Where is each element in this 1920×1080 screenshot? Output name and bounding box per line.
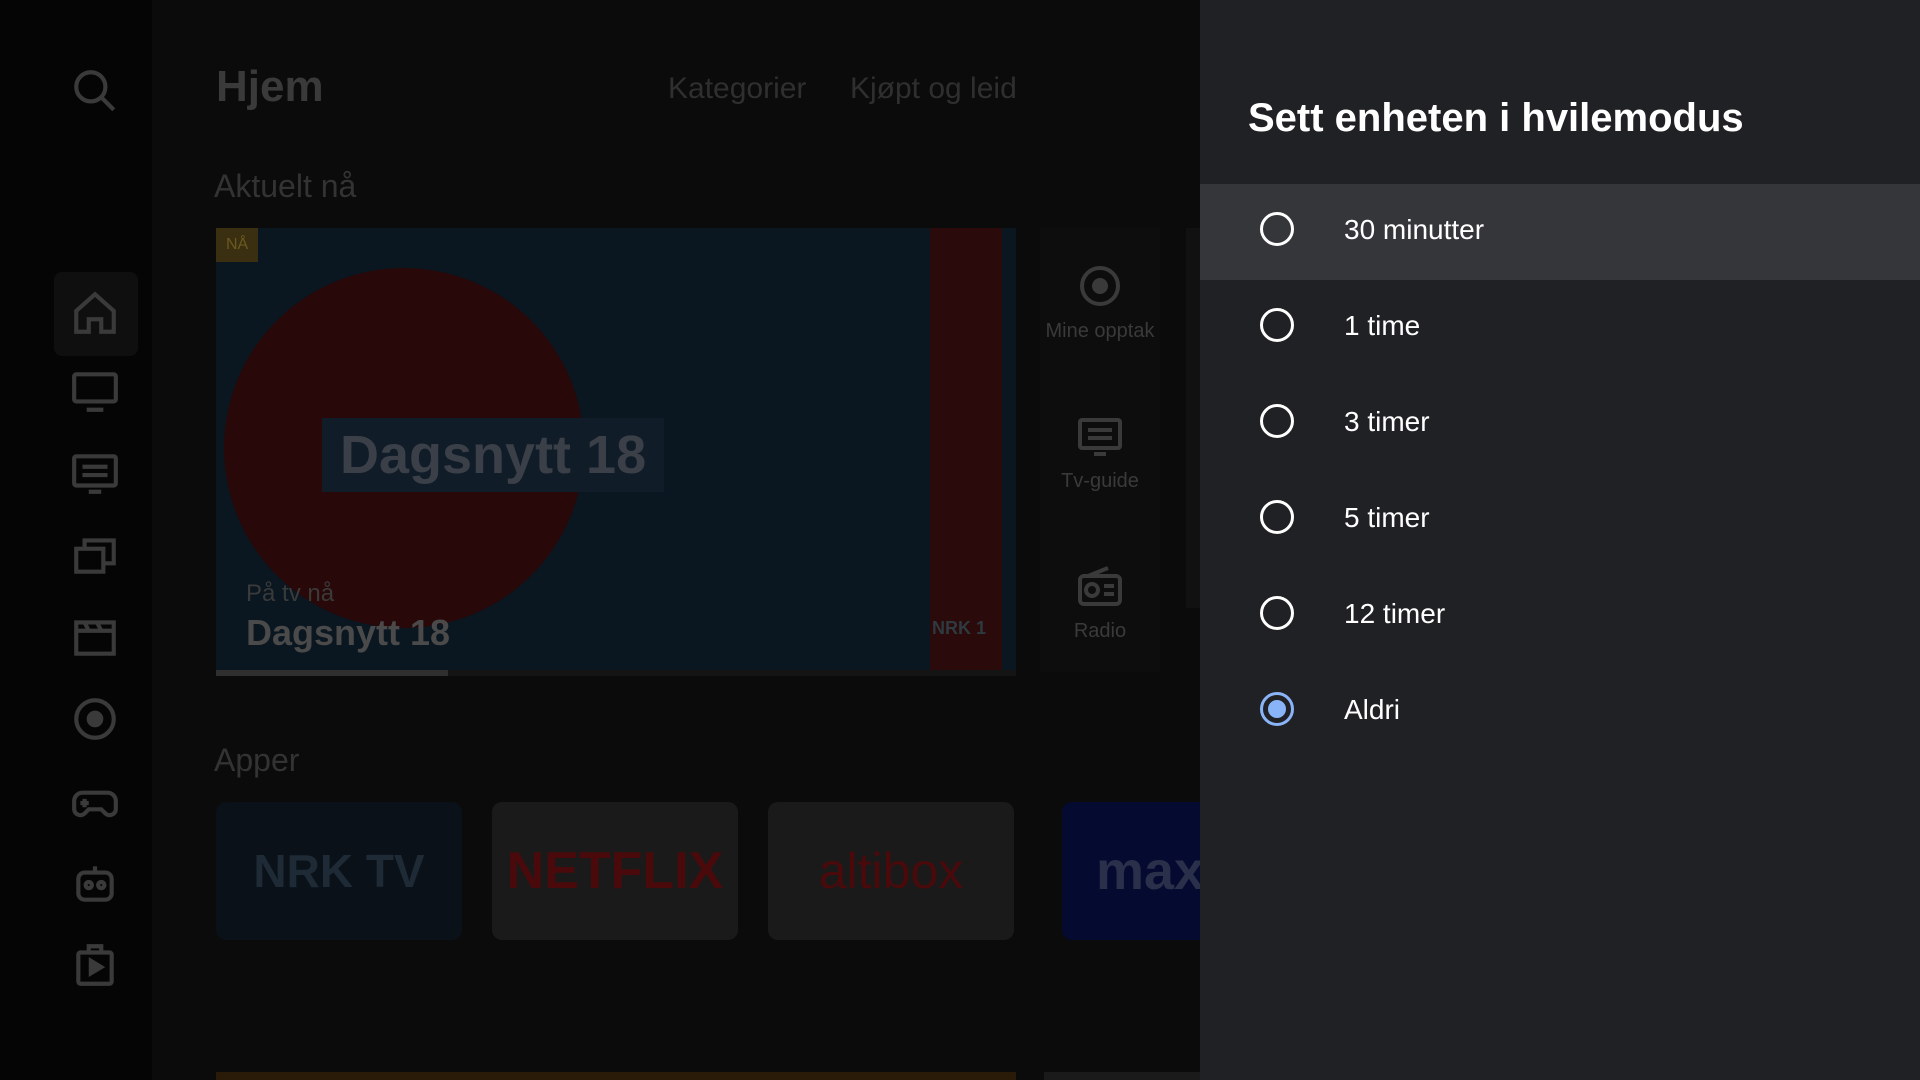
option-label: 3 timer <box>1344 406 1430 437</box>
option-never[interactable]: Aldri <box>1200 664 1920 760</box>
option-3-hours[interactable]: 3 timer <box>1200 376 1920 472</box>
page-title: Hjem <box>216 62 324 111</box>
background-home-screen: Hjem Kategorier Kjøpt og leid Aktuelt nå… <box>0 0 1200 1080</box>
radio-icon <box>1078 566 1122 606</box>
app-tile-netflix[interactable]: NETFLIX <box>492 802 738 940</box>
radio-button[interactable] <box>1260 404 1294 438</box>
gamepad-icon[interactable] <box>70 776 120 826</box>
tv-guide-icon <box>1078 418 1122 456</box>
record-icon[interactable] <box>70 694 120 744</box>
option-label: 5 timer <box>1344 502 1430 533</box>
radio-button[interactable] <box>1260 308 1294 342</box>
search-icon[interactable] <box>70 66 120 116</box>
app-tile-max[interactable]: max <box>1062 802 1200 940</box>
shortcut-label: Radio <box>1073 620 1127 642</box>
option-label: 12 timer <box>1344 598 1446 629</box>
app-tile-nrk-tv[interactable]: NRK TV <box>216 802 462 940</box>
shortcut-label: Mine opptak <box>1045 320 1155 342</box>
next-row-peek-2 <box>1044 1072 1200 1080</box>
next-card-edge <box>1186 228 1200 608</box>
option-label: Aldri <box>1344 694 1401 725</box>
hero-caption: På tv nå <box>246 580 335 607</box>
next-row-peek <box>216 1072 1016 1080</box>
option-1-hour[interactable]: 1 time <box>1200 280 1920 376</box>
sleep-mode-panel: Sett enheten i hvilemodus 30 minutter 1 … <box>1200 0 1920 1080</box>
radio-button[interactable] <box>1260 692 1294 726</box>
hero-card[interactable]: Dagsnytt 18 NÅ På tv nå Dagsnytt 18 NRK … <box>216 228 1016 672</box>
hero-program-logo: Dagsnytt 18 <box>322 418 665 492</box>
record-icon <box>1080 266 1120 306</box>
hero-artwork-band <box>930 228 1002 672</box>
nav-link-categories[interactable]: Kategorier <box>668 72 806 106</box>
option-30-minutes[interactable]: 30 minutter <box>1200 184 1920 280</box>
hero-progress-fill <box>216 670 448 676</box>
option-label: 1 time <box>1344 310 1421 341</box>
movie-icon[interactable] <box>70 612 120 662</box>
radio-button[interactable] <box>1260 596 1294 630</box>
app-name: altibox <box>818 843 964 899</box>
radio-button[interactable] <box>1260 212 1294 246</box>
radio-button[interactable] <box>1260 500 1294 534</box>
shortcut-radio[interactable]: Radio <box>1040 562 1160 643</box>
kids-icon[interactable] <box>70 858 120 908</box>
shortcut-tv-guide[interactable]: Tv-guide <box>1040 412 1160 493</box>
app-name: max <box>1096 841 1200 901</box>
sleep-options-list: 30 minutter 1 time 3 timer 5 timer 12 ti… <box>1200 184 1920 760</box>
tv-guide-icon[interactable] <box>70 448 120 498</box>
shortcut-recordings[interactable]: Mine opptak <box>1040 262 1160 343</box>
live-badge: NÅ <box>216 228 259 262</box>
home-icon[interactable] <box>70 288 120 338</box>
app-name: NETFLIX <box>506 842 724 900</box>
section-title-now: Aktuelt nå <box>214 168 357 204</box>
shortcut-label: Tv-guide <box>1061 470 1139 492</box>
channel-logo: NRK 1 <box>931 618 986 638</box>
option-label: 30 minutter <box>1344 214 1485 245</box>
section-title-apps: Apper <box>214 742 300 778</box>
tv-icon[interactable] <box>70 366 120 416</box>
app-tile-altibox[interactable]: altibox <box>768 802 1014 940</box>
play-store-icon[interactable] <box>70 940 120 990</box>
panel-title: Sett enheten i hvilemodus <box>1248 96 1744 140</box>
hero-program-name: Dagsnytt 18 <box>246 612 451 653</box>
option-5-hours[interactable]: 5 timer <box>1200 472 1920 568</box>
option-12-hours[interactable]: 12 timer <box>1200 568 1920 664</box>
side-navigation-rail <box>0 0 152 1080</box>
hero-progress-bar <box>216 670 1016 676</box>
library-icon[interactable] <box>70 530 120 580</box>
nav-link-purchased[interactable]: Kjøpt og leid <box>850 72 1017 106</box>
app-name: NRK TV <box>253 845 425 897</box>
